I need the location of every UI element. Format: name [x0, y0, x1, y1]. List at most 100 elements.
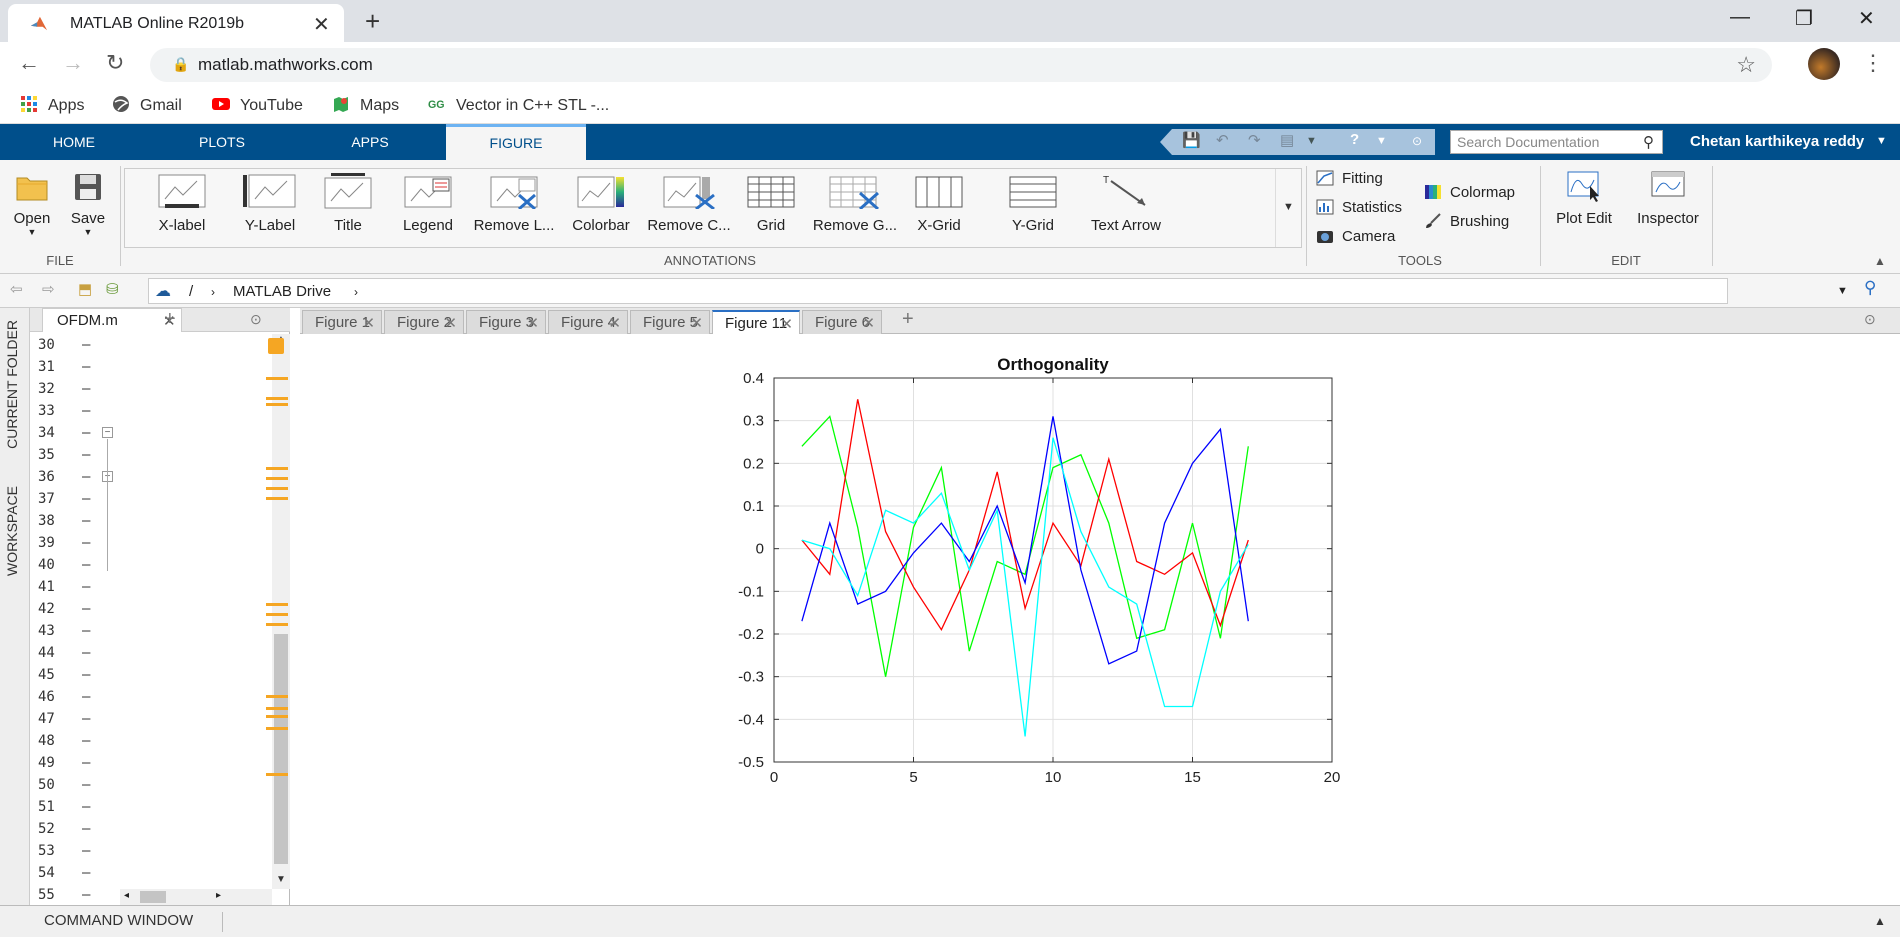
grid-button[interactable]: Grid — [739, 173, 803, 234]
statistics-button[interactable]: Statistics — [1316, 199, 1402, 216]
new-figure-tab-button[interactable]: + — [902, 308, 914, 331]
figure-tab[interactable]: Figure 2 ✕ — [384, 310, 464, 334]
path-dropdown-icon[interactable]: ▼ — [1837, 285, 1848, 297]
expand-command-window-icon[interactable]: ▲ — [1874, 914, 1886, 928]
open-button[interactable]: Open ▼ — [10, 172, 54, 237]
search-folder-icon[interactable]: ⚲ — [1864, 278, 1876, 298]
reload-icon[interactable]: ↻ — [106, 50, 124, 76]
warning-mark[interactable] — [266, 773, 288, 776]
breakpoint-dash[interactable]: – — [82, 642, 90, 664]
colorbar-button[interactable]: Colorbar — [561, 173, 641, 234]
warning-mark[interactable] — [266, 695, 288, 698]
figure-tab[interactable]: Figure 5 ✕ — [630, 310, 710, 334]
warning-mark[interactable] — [266, 727, 288, 730]
layout-icon[interactable]: ▤ — [1280, 131, 1294, 149]
close-tab-icon[interactable]: ✕ — [313, 12, 330, 37]
breakpoint-dash[interactable]: – — [82, 774, 90, 796]
forward-folder-icon[interactable]: ⇨ — [42, 280, 55, 298]
breakpoint-dash[interactable]: – — [82, 686, 90, 708]
warning-mark[interactable] — [266, 623, 288, 626]
help-icon[interactable]: ? — [1350, 131, 1359, 148]
text-arrow-button[interactable]: T Text Arrow — [1081, 173, 1171, 234]
close-figure-tab-icon[interactable]: ✕ — [862, 314, 875, 332]
figure-tab[interactable]: Figure 11 ✕ — [712, 310, 800, 335]
line-chart[interactable]: 0 5 10 15 20 0.4 0.3 0.2 0.1 0 -0.1 -0.2 -0.3 -0.4 -0.… — [300, 334, 1900, 905]
warning-mark[interactable] — [266, 707, 288, 710]
remove-legend-button[interactable]: Remove L... — [473, 173, 555, 234]
back-icon[interactable]: ← — [18, 50, 40, 76]
close-figure-tab-icon[interactable]: ✕ — [780, 315, 793, 333]
restore-icon[interactable]: ❐ — [1795, 6, 1813, 31]
inspector-button[interactable]: Inspector — [1628, 170, 1708, 227]
breakpoint-dash[interactable]: – — [82, 620, 90, 642]
colormap-button[interactable]: Colormap — [1424, 184, 1515, 201]
breakpoint-dash[interactable]: – — [82, 862, 90, 884]
remove-colorbar-button[interactable]: Remove C... — [645, 173, 733, 234]
editor-menu-icon[interactable]: ⊙ — [250, 311, 262, 328]
new-tab-button[interactable]: + — [365, 6, 380, 37]
breakpoint-dash[interactable]: – — [82, 664, 90, 686]
figure-tab[interactable]: Figure 3 ✕ — [466, 310, 546, 334]
figure-tab[interactable]: Figure 1 ✕ — [302, 310, 382, 334]
fold-toggle-icon[interactable]: − — [102, 427, 113, 438]
warning-mark[interactable] — [266, 403, 288, 406]
new-editor-tab-button[interactable]: + — [164, 308, 176, 331]
breakpoint-dash[interactable]: – — [82, 334, 90, 356]
scroll-left-icon[interactable]: ◂ — [124, 890, 129, 901]
command-window-bar[interactable]: COMMAND WINDOW ▲ — [0, 905, 1900, 937]
breakpoint-dash[interactable]: – — [82, 554, 90, 576]
collapse-ribbon-icon[interactable]: ▲ — [1874, 254, 1886, 268]
brushing-button[interactable]: Brushing — [1424, 213, 1509, 230]
title-button[interactable]: Title — [313, 173, 383, 234]
figure-tab[interactable]: Figure 6 ✕ — [802, 310, 882, 334]
breakpoint-dash[interactable]: – — [82, 422, 90, 444]
close-window-icon[interactable]: ✕ — [1858, 6, 1875, 31]
close-figure-tab-icon[interactable]: ✕ — [526, 314, 539, 332]
warning-mark[interactable] — [266, 603, 288, 606]
xgrid-button[interactable]: X-Grid — [907, 173, 971, 234]
breakpoint-dash[interactable]: – — [82, 752, 90, 774]
up-folder-icon[interactable]: ⬒ — [78, 280, 92, 298]
warning-mark[interactable] — [266, 467, 288, 470]
path-field[interactable]: ☁ / › MATLAB Drive › ▼ — [148, 278, 1848, 304]
breakpoint-dash[interactable]: – — [82, 730, 90, 752]
breakpoint-dash[interactable]: – — [82, 400, 90, 422]
figure-tab[interactable]: Figure 4 ✕ — [548, 310, 628, 334]
redo-icon[interactable]: ↷ — [1248, 131, 1261, 149]
bookmark-maps[interactable]: Maps — [332, 95, 399, 115]
user-menu[interactable]: Chetan karthikeya reddy — [1690, 133, 1864, 150]
editor-hscroll-thumb[interactable] — [140, 891, 166, 903]
breakpoint-dash[interactable]: – — [82, 532, 90, 554]
camera-button[interactable]: Camera — [1316, 228, 1395, 245]
fitting-button[interactable]: Fitting — [1316, 170, 1383, 187]
breakpoint-dash[interactable]: – — [82, 466, 90, 488]
figure-canvas[interactable]: 0 5 10 15 20 0.4 0.3 0.2 0.1 0 -0.1 -0.2 -0.3 -0.4 -0.… — [300, 334, 1900, 905]
breakpoint-dash[interactable]: – — [82, 598, 90, 620]
bookmark-gmail[interactable]: Gmail — [112, 95, 182, 115]
omnibox[interactable]: 🔒 matlab.mathworks.com ☆ — [150, 48, 1772, 82]
editor-tab-ofdm[interactable]: OFDM.m ✕ — [42, 308, 182, 332]
warning-mark[interactable] — [266, 497, 288, 500]
breakpoint-dash[interactable]: – — [82, 576, 90, 598]
close-figure-tab-icon[interactable]: ✕ — [608, 314, 621, 332]
breakpoint-dash[interactable]: – — [82, 708, 90, 730]
warning-mark[interactable] — [266, 613, 288, 616]
plot-edit-button[interactable]: Plot Edit — [1548, 170, 1620, 227]
undo-icon[interactable]: ↶ — [1216, 131, 1229, 149]
options-icon[interactable]: ⊙ — [1412, 134, 1422, 148]
path-folder[interactable]: MATLAB Drive — [233, 283, 331, 300]
ygrid-button[interactable]: Y-Grid — [1001, 173, 1065, 234]
forward-icon[interactable]: → — [62, 50, 84, 76]
ylabel-button[interactable]: Y-Label — [235, 173, 305, 234]
tab-home[interactable]: HOME — [0, 124, 148, 160]
bookmark-vector-stl[interactable]: GG Vector in C++ STL -... — [428, 95, 609, 115]
save-button[interactable]: Save ▼ — [66, 172, 110, 237]
bookmark-youtube[interactable]: YouTube — [212, 95, 303, 115]
warning-mark[interactable] — [266, 397, 288, 400]
minimize-icon[interactable]: — — [1730, 6, 1750, 29]
close-figure-tab-icon[interactable]: ✕ — [362, 314, 375, 332]
bookmark-apps[interactable]: Apps — [20, 95, 84, 115]
tab-figure[interactable]: FIGURE — [446, 124, 586, 160]
profile-avatar[interactable] — [1808, 48, 1840, 80]
user-chevron-icon[interactable]: ▼ — [1876, 135, 1887, 147]
